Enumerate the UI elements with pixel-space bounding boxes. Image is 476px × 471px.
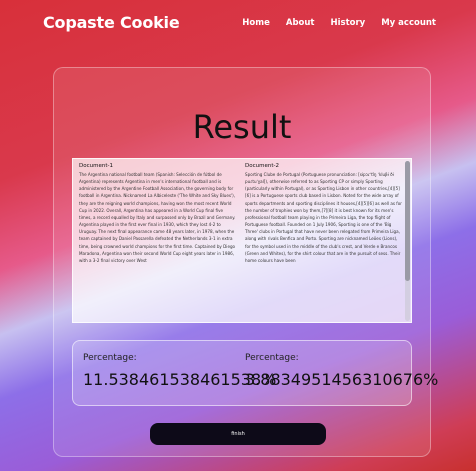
percentage-2: Percentage: 3.8834951456310676% <box>245 353 438 389</box>
nav-my-account[interactable]: My account <box>381 18 436 28</box>
nav-about[interactable]: About <box>286 18 315 28</box>
percentage-panel: Percentage: 11.538461538461538% Percenta… <box>72 340 438 406</box>
page-title: Result <box>192 108 292 146</box>
percentage-2-value: 3.8834951456310676% <box>245 370 439 389</box>
documents-scrollbar[interactable] <box>405 161 410 321</box>
document-2-heading: Document-2 <box>245 163 279 169</box>
navbar: Copaste Cookie Home About History My acc… <box>0 0 476 52</box>
brand-logo[interactable]: Copaste Cookie <box>43 13 180 32</box>
document-1-heading: Document-1 <box>79 163 113 169</box>
percentage-2-label: Percentage: <box>245 353 299 363</box>
nav-history[interactable]: History <box>330 18 365 28</box>
scrollbar-thumb[interactable] <box>405 161 410 281</box>
result-card: Result Document-1 The Argentina national… <box>53 67 438 457</box>
document-2-text: Sporting Clube de Portugal (Portuguese p… <box>245 172 402 263</box>
documents-panel[interactable]: Document-1 The Argentina national footba… <box>72 158 412 323</box>
nav-links: Home About History My account <box>242 18 436 28</box>
document-1-text: The Argentina national football team (Sp… <box>79 172 236 263</box>
nav-home[interactable]: Home <box>242 18 270 28</box>
finish-button[interactable]: finish <box>150 423 326 445</box>
document-1: Document-1 The Argentina national footba… <box>73 159 239 322</box>
document-2: Document-2 Sporting Clube de Portugal (P… <box>239 159 405 322</box>
